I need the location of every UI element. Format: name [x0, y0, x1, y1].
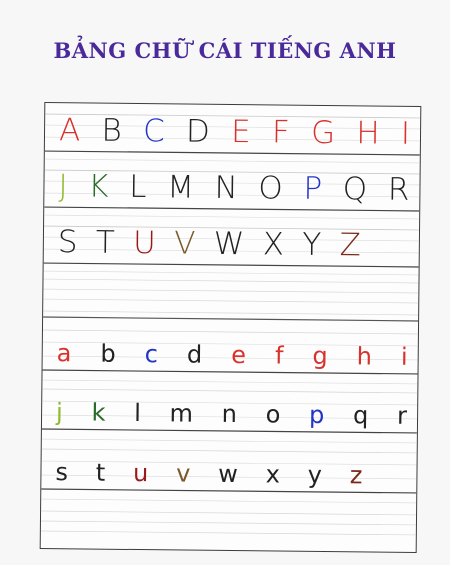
- guide-line: [43, 270, 419, 276]
- guide-line: [41, 498, 417, 504]
- uppercase-letter-W: W: [213, 225, 245, 263]
- uppercase-letter-Q: Q: [342, 171, 368, 208]
- lowercase-row-1: abcdefghi: [56, 339, 408, 371]
- lowercase-letter-n: n: [221, 399, 238, 429]
- uppercase-letter-U: U: [132, 224, 157, 262]
- lowercase-letter-h: h: [356, 342, 373, 371]
- practice-line: [43, 278, 419, 284]
- lowercase-letter-l: l: [134, 398, 141, 428]
- lowercase-letter-i: i: [400, 342, 408, 371]
- guide-line: [42, 379, 418, 385]
- uppercase-letter-C: C: [142, 113, 165, 150]
- practice-line: [40, 530, 416, 536]
- uppercase-letter-E: E: [230, 113, 251, 151]
- uppercase-letter-L: L: [129, 168, 147, 206]
- baseline: [42, 369, 418, 375]
- baseline: [41, 428, 417, 434]
- lowercase-letter-t: t: [95, 458, 106, 487]
- lowercase-letter-j: j: [55, 398, 63, 427]
- lowercase-letter-m: m: [169, 399, 194, 428]
- uppercase-letter-Z: Z: [339, 227, 361, 264]
- uppercase-letter-G: G: [310, 114, 336, 152]
- lowercase-letter-z: z: [349, 461, 363, 490]
- lowercase-letter-g: g: [312, 341, 328, 371]
- lowercase-row-3: stuvwxyz: [55, 458, 363, 490]
- uppercase-letter-O: O: [258, 170, 283, 207]
- practice-line: [43, 288, 419, 294]
- practice-line: [43, 310, 419, 316]
- lowercase-letter-s: s: [55, 458, 69, 487]
- uppercase-row-2: JKLMNOPQR: [58, 168, 410, 208]
- lowercase-letter-q: q: [352, 401, 369, 430]
- uppercase-letter-X: X: [262, 226, 285, 263]
- uppercase-row-1: ABCDEFGHI: [58, 112, 411, 152]
- uppercase-letter-M: M: [166, 169, 195, 206]
- uppercase-letter-T: T: [95, 224, 116, 261]
- lowercase-letter-f: f: [274, 341, 284, 370]
- lowercase-letter-d: d: [186, 340, 203, 369]
- lowercase-letter-x: x: [265, 460, 281, 489]
- page-title: BẢNG CHỮ CÁI TIẾNG ANH: [53, 38, 397, 63]
- guide-line: [42, 329, 418, 335]
- lowercase-letter-w: w: [218, 459, 238, 489]
- lowercase-letter-u: u: [132, 458, 149, 488]
- uppercase-letter-I: I: [400, 115, 411, 152]
- practice-line: [41, 510, 417, 516]
- lowercase-row-2: jklmnopqr: [55, 398, 408, 430]
- uppercase-letter-S: S: [57, 224, 78, 261]
- uppercase-letter-Y: Y: [302, 226, 322, 263]
- lowercase-letter-y: y: [307, 460, 323, 489]
- lowercase-letter-k: k: [91, 398, 106, 427]
- lowercase-letter-r: r: [396, 401, 408, 430]
- uppercase-letter-F: F: [271, 114, 290, 151]
- lowercase-letter-b: b: [100, 339, 116, 368]
- baseline: [44, 206, 420, 212]
- uppercase-letter-V: V: [174, 225, 196, 262]
- alphabet-sheet: ABCDEFGHI JKLMNOPQR STUVWXYZ abcdefghi j…: [39, 102, 422, 553]
- uppercase-letter-J: J: [58, 168, 68, 205]
- lowercase-letter-o: o: [265, 400, 281, 429]
- uppercase-letter-D: D: [185, 113, 211, 150]
- uppercase-letter-P: P: [303, 170, 323, 207]
- guide-line: [41, 438, 417, 444]
- baseline: [44, 150, 420, 156]
- uppercase-letter-A: A: [58, 112, 81, 149]
- uppercase-letter-N: N: [214, 169, 238, 207]
- practice-line: [40, 520, 416, 526]
- lowercase-letter-p: p: [308, 400, 325, 429]
- lowercase-letter-v: v: [176, 459, 191, 488]
- uppercase-row-3: STUVWXYZ: [57, 224, 361, 264]
- uppercase-letter-B: B: [101, 112, 123, 149]
- lowercase-letter-a: a: [56, 339, 72, 368]
- lowercase-letter-c: c: [144, 340, 159, 369]
- uppercase-letter-K: K: [88, 168, 109, 205]
- guide-line: [41, 448, 417, 454]
- guide-line: [44, 158, 420, 164]
- guide-line: [42, 388, 418, 394]
- lowercase-letter-e: e: [231, 341, 247, 370]
- uppercase-letter-R: R: [387, 171, 410, 208]
- baseline: [43, 262, 419, 268]
- section-divider: [43, 316, 419, 322]
- practice-line: [43, 298, 419, 304]
- baseline: [41, 488, 417, 494]
- uppercase-letter-H: H: [356, 115, 380, 152]
- guide-line: [44, 214, 420, 220]
